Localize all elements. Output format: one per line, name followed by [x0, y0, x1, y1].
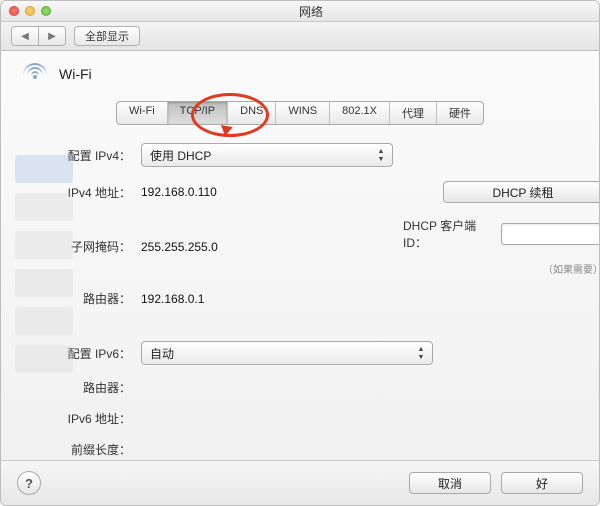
window-title: 网络	[59, 3, 591, 20]
tab-hardware[interactable]: 硬件	[436, 102, 483, 124]
show-all-label: 全部显示	[85, 28, 129, 44]
select-configure-ipv4[interactable]: 使用 DHCP ▲▼	[141, 143, 393, 167]
value-router-ipv4: 192.168.0.1	[141, 292, 393, 306]
show-all-button[interactable]: 全部显示	[74, 26, 140, 46]
ok-label: 好	[536, 475, 548, 492]
tab-bar: Wi-Fi TCP/IP DNS WINS 802.1X 代理 硬件	[116, 101, 484, 125]
settings-form: 配置 IPv4： 使用 DHCP ▲▼ IPv4 地址： 192.168.0.1…	[21, 143, 579, 458]
sheet-body: Wi-Fi Wi-Fi TCP/IP DNS WINS 802.1X 代理 硬件…	[1, 49, 599, 505]
cancel-label: 取消	[438, 475, 462, 492]
wifi-icon	[21, 63, 49, 85]
toolbar: ◀ ▶ 全部显示	[1, 22, 599, 51]
tab-wifi[interactable]: Wi-Fi	[117, 102, 167, 124]
updown-icon: ▲▼	[414, 344, 428, 362]
dhcp-client-id-input[interactable]	[501, 223, 600, 245]
help-icon: ?	[25, 476, 33, 491]
label-dhcp-client-id: DHCP 客户端 ID：	[403, 217, 495, 251]
window-controls	[9, 6, 51, 16]
sidebar-ghost	[15, 155, 73, 475]
dhcp-client-id-hint: （如果需要）	[543, 261, 600, 276]
tab-bar-wrap: Wi-Fi TCP/IP DNS WINS 802.1X 代理 硬件	[21, 101, 579, 125]
help-button[interactable]: ?	[17, 471, 41, 495]
nav-back-forward[interactable]: ◀ ▶	[11, 26, 66, 46]
minimize-icon[interactable]	[25, 6, 35, 16]
titlebar: 网络	[1, 1, 599, 22]
tab-wins[interactable]: WINS	[275, 102, 329, 124]
updown-icon: ▲▼	[374, 146, 388, 164]
page-title: Wi-Fi	[59, 66, 92, 82]
tab-8021x[interactable]: 802.1X	[329, 102, 389, 124]
chevron-left-icon: ◀	[21, 31, 29, 42]
forward-button[interactable]: ▶	[38, 27, 65, 45]
select-value: 自动	[150, 345, 174, 362]
dhcp-renew-label: DHCP 续租	[492, 184, 553, 201]
footer: ? 取消 好	[1, 460, 599, 505]
dhcp-renew-button[interactable]: DHCP 续租	[443, 181, 600, 203]
select-configure-ipv6[interactable]: 自动 ▲▼	[141, 341, 433, 365]
select-value: 使用 DHCP	[150, 147, 211, 164]
zoom-icon[interactable]	[41, 6, 51, 16]
value-ipv4-address: 192.168.0.110	[141, 185, 393, 199]
tab-dns[interactable]: DNS	[227, 102, 275, 124]
network-preferences-window: 网络 ◀ ▶ 全部显示 Wi-Fi W	[0, 0, 600, 506]
cancel-button[interactable]: 取消	[409, 472, 491, 494]
header-row: Wi-Fi	[21, 63, 579, 85]
close-icon[interactable]	[9, 6, 19, 16]
chevron-right-icon: ▶	[48, 31, 56, 42]
back-button[interactable]: ◀	[12, 27, 38, 45]
ok-button[interactable]: 好	[501, 472, 583, 494]
tab-proxy[interactable]: 代理	[389, 102, 436, 124]
tab-tcpip[interactable]: TCP/IP	[167, 102, 227, 124]
value-subnet-mask: 255.255.255.0	[141, 240, 393, 254]
